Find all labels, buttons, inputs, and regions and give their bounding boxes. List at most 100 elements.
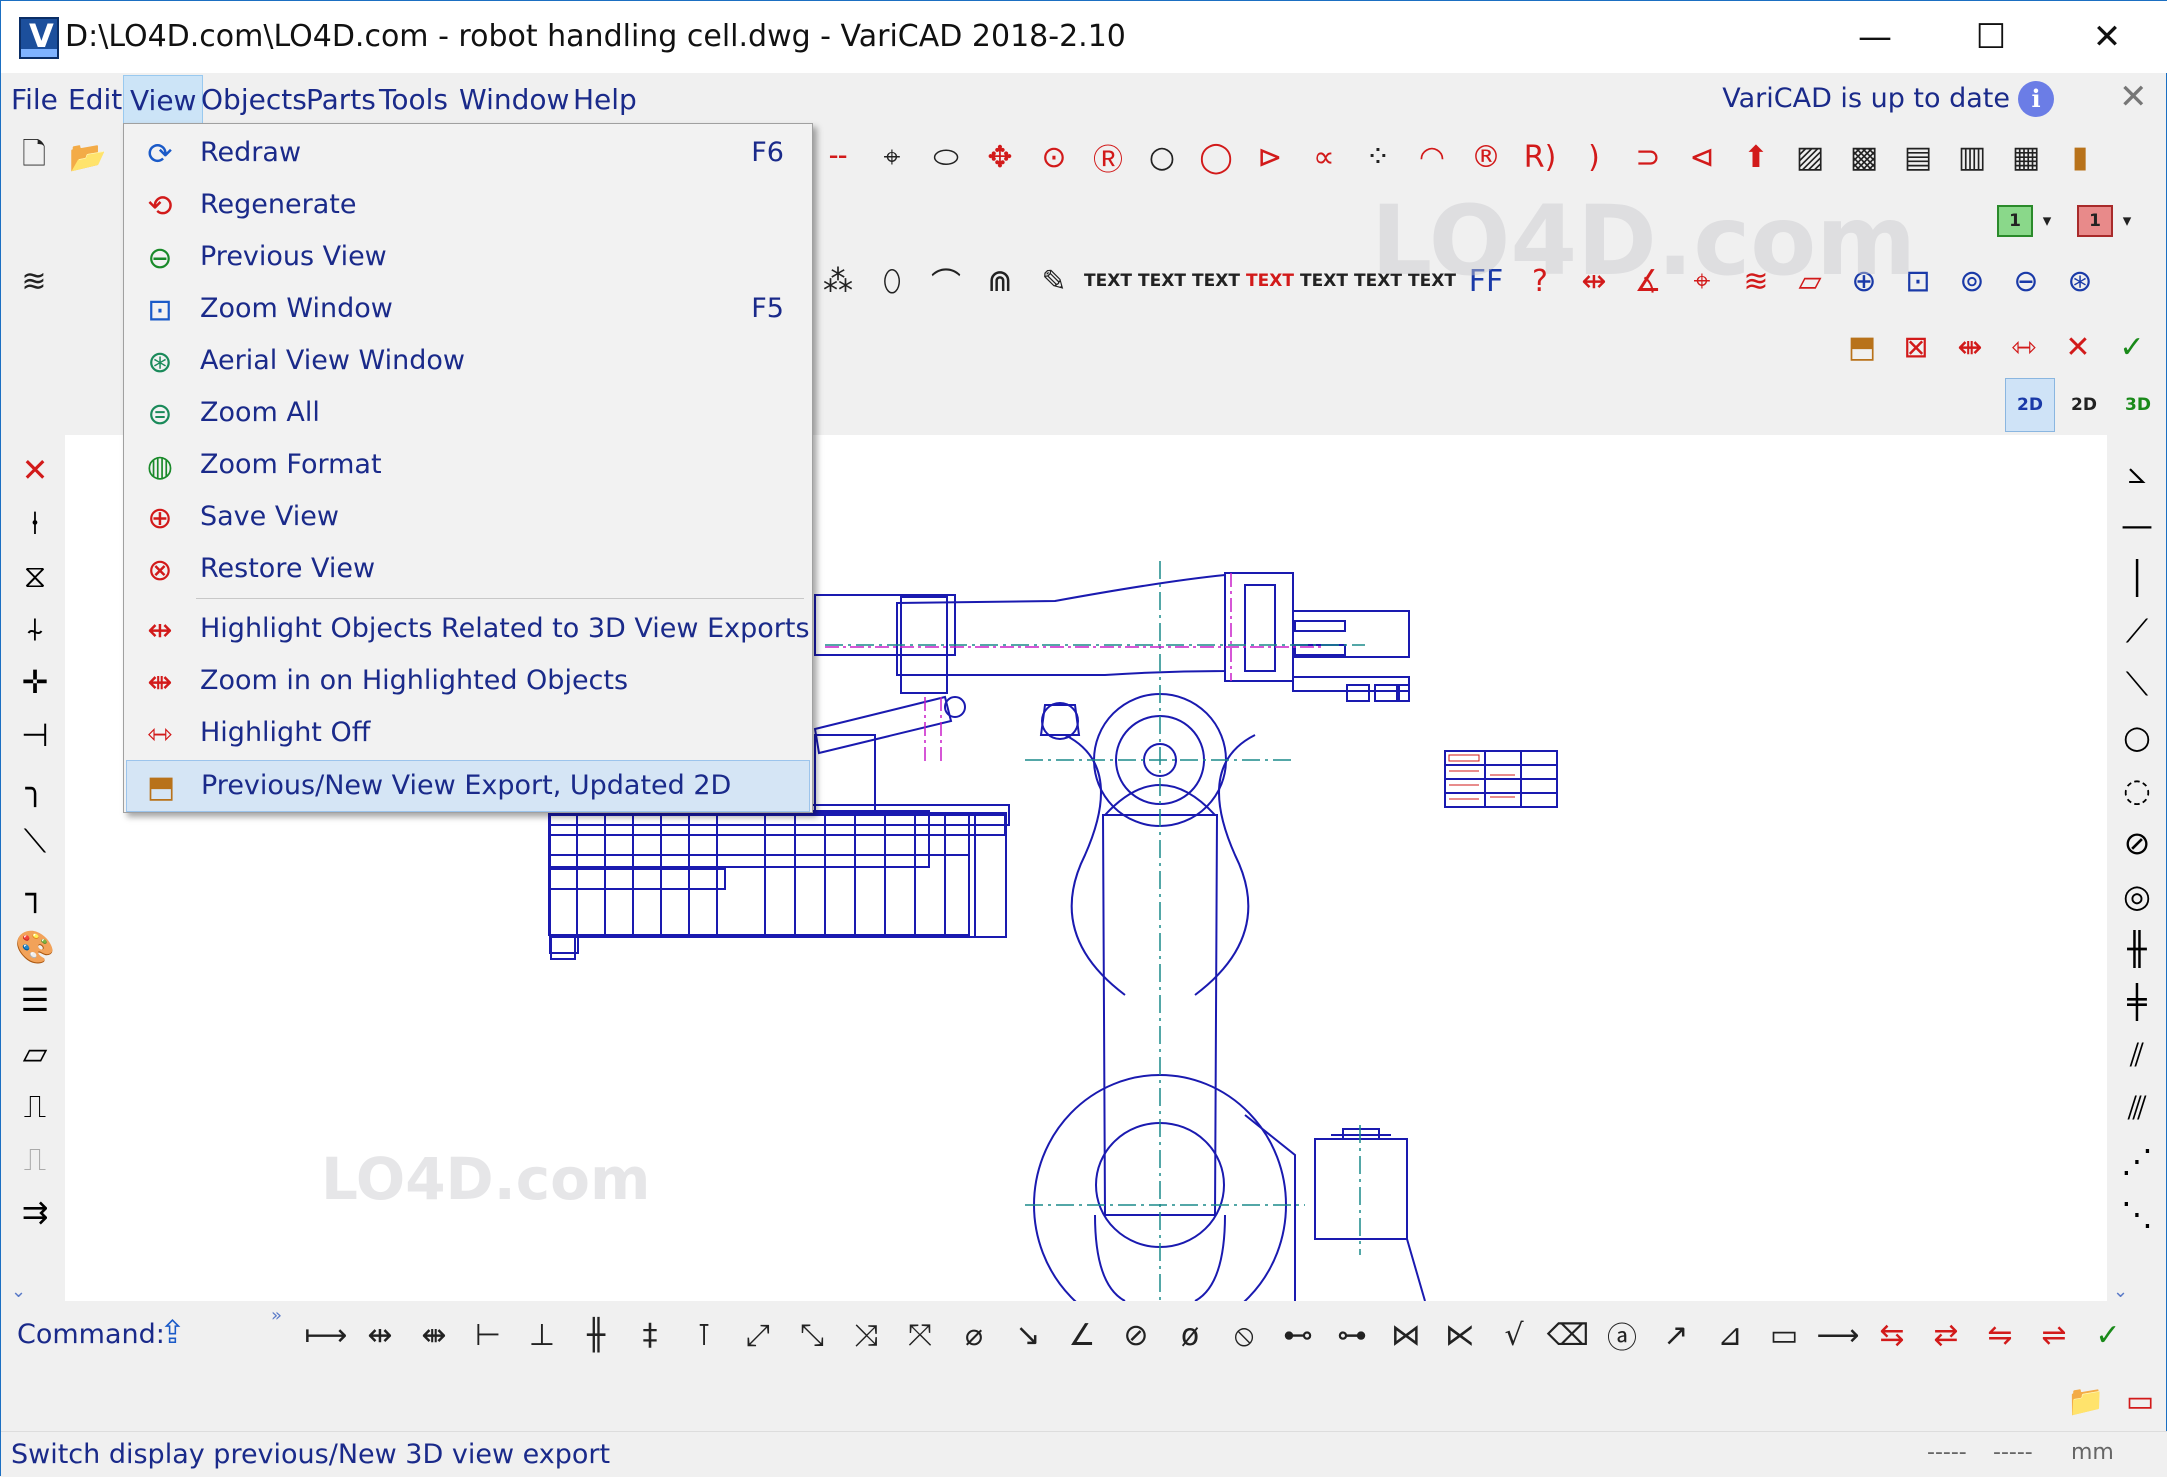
line-types-icon[interactable]: ☰ [10, 975, 60, 1025]
menu-item-zoom-format[interactable]: ◍ Zoom Format [126, 440, 810, 492]
dim-horizontal-b-icon[interactable]: ⊢ [463, 1308, 513, 1362]
dim-diameter-h-icon[interactable]: ⊘ [1111, 1308, 1161, 1362]
move-point-icon[interactable]: ✥ [975, 130, 1025, 184]
highlight-off-tool-icon[interactable]: ✕ [2053, 320, 2103, 374]
profile-light-icon[interactable]: ⎍ [10, 1134, 60, 1184]
command-more-icon[interactable]: » [271, 1305, 282, 1326]
dim-edit-b-icon[interactable]: ⇄ [1921, 1308, 1971, 1362]
menu-edit[interactable]: Edit [68, 83, 122, 116]
crosshair-icon[interactable]: ⌖ [867, 130, 917, 184]
minimize-button[interactable]: — [1817, 1, 1933, 73]
layer-b-dropdown-icon[interactable]: ▾ [2117, 194, 2137, 248]
dim-multiple-c-icon[interactable]: ⋈ [1381, 1308, 1431, 1362]
dim-aligned-icon[interactable]: ⤢ [733, 1308, 783, 1362]
offset-line-b-icon[interactable]: ⫻ [2112, 1083, 2162, 1133]
arc-three-point-icon[interactable]: ) [1569, 130, 1619, 184]
menu-item-previous-view[interactable]: ⊖ Previous View [126, 232, 810, 284]
close-panel-icon[interactable]: ✕ [2119, 77, 2148, 117]
circle-icon[interactable]: ○ [1137, 130, 1187, 184]
plane-icon[interactable]: ▱ [10, 1028, 60, 1078]
profile-icon[interactable]: ⎍ [10, 1081, 60, 1131]
maximize-button[interactable]: ☐ [1933, 1, 2049, 73]
arc-tangent-icon[interactable]: ⊃ [1623, 130, 1673, 184]
leader-icon[interactable]: ↗ [1651, 1308, 1701, 1362]
fillet-icon[interactable]: ╮ [10, 763, 60, 813]
menu-view[interactable]: View [123, 75, 204, 125]
extend-icon[interactable]: ⧖ [10, 551, 60, 601]
highlight-tool-icon[interactable]: ⇿ [1999, 320, 2049, 374]
dim-multiple-b-icon[interactable]: ⊶ [1327, 1308, 1377, 1362]
layers-icon[interactable]: ≋ [9, 254, 59, 308]
offset-line-icon[interactable]: ⫽ [2112, 1030, 2162, 1080]
export-update-icon[interactable]: ⬒ [1837, 320, 1887, 374]
circle-three-point-icon[interactable]: ◯ [1191, 130, 1241, 184]
dim-multiple-d-icon[interactable]: ⋉ [1435, 1308, 1485, 1362]
tolerance-frame-icon[interactable]: ▭ [1759, 1308, 1809, 1362]
palette-icon[interactable]: 🎨 [10, 922, 60, 972]
text-format-icon[interactable]: TEXT [1299, 254, 1349, 308]
text-edit-icon[interactable]: TEXT [1191, 254, 1241, 308]
mode-3d-button[interactable]: 3D [2113, 378, 2163, 432]
two-point-line-icon[interactable]: ⟋ [2112, 606, 2162, 656]
angle-line-icon[interactable]: ⊲ [1677, 130, 1727, 184]
transfer-icon[interactable]: ⇉ [10, 1187, 60, 1237]
dim-multiple-icon[interactable]: ⊷ [1273, 1308, 1323, 1362]
arc-radius-icon[interactable]: ® [1461, 130, 1511, 184]
menu-item-highlight-objects[interactable]: ⇹ Highlight Objects Related to 3D View E… [126, 604, 810, 656]
command-export-icon[interactable]: ⇪ [159, 1313, 199, 1353]
highlight-check-icon[interactable]: ✓ [2107, 320, 2157, 374]
hatch-delete-icon[interactable]: ▥ [1947, 130, 1997, 184]
menu-objects[interactable]: Objects [201, 83, 307, 116]
circle-two-point-tool-icon[interactable]: ◎ [2112, 871, 2162, 921]
roughness-icon[interactable]: √ [1489, 1308, 1539, 1362]
menu-item-zoom-all[interactable]: ⊜ Zoom All [126, 388, 810, 440]
ellipse-icon[interactable]: ⬯ [867, 254, 917, 308]
break-icon[interactable]: ⍭ [10, 604, 60, 654]
menu-item-redraw[interactable]: ⟳ Redraw F6 [126, 128, 810, 180]
hatch-check-icon[interactable]: ▨ [1785, 130, 1835, 184]
dashed-line-icon[interactable]: ╌ [813, 130, 863, 184]
text-lines-icon[interactable]: TEXT [1083, 254, 1133, 308]
insert-block-icon[interactable]: ⬆ [1731, 130, 1781, 184]
menu-item-restore-view[interactable]: ⊗ Restore View [126, 544, 810, 596]
menu-file[interactable]: File [11, 83, 58, 116]
join-icon[interactable]: ⊣ [10, 710, 60, 760]
vertical-line-icon[interactable]: │ [2112, 553, 2162, 603]
text-insert-icon[interactable]: TEXT [1137, 254, 1187, 308]
arc-radius-b-icon[interactable]: R) [1515, 130, 1565, 184]
dim-edit-icon[interactable]: ⇆ [1867, 1308, 1917, 1362]
menu-item-zoom-highlighted[interactable]: ⇼ Zoom in on Highlighted Objects [126, 656, 810, 708]
menu-item-view-export[interactable]: ⬒ Previous/New View Export, Updated 2D [126, 760, 810, 812]
menu-item-aerial-view[interactable]: ⊛ Aerial View Window [126, 336, 810, 388]
curve-icon[interactable]: ⌒ [921, 254, 971, 308]
label-icon[interactable]: ⓐ [1597, 1308, 1647, 1362]
dim-check-icon[interactable]: ✓ [2083, 1308, 2133, 1362]
tangent-circle-icon[interactable]: ⊳ [1245, 130, 1295, 184]
zoom-highlighted-tool-icon[interactable]: ⇼ [1945, 320, 1995, 374]
notepad-icon[interactable]: ✎ [1029, 254, 1079, 308]
dim-aligned-base-icon[interactable]: ⤨ [841, 1308, 891, 1362]
dim-diameter-v-icon[interactable]: ø [1165, 1308, 1215, 1362]
dim-vertical-chain-icon[interactable]: ╫ [571, 1308, 621, 1362]
switch-3d-icon[interactable]: ▮ [2055, 130, 2105, 184]
menu-item-highlight-off[interactable]: ⇿ Highlight Off [126, 708, 810, 760]
points-icon[interactable]: ⁘ [1353, 130, 1403, 184]
cut-icon[interactable]: ✛ [10, 657, 60, 707]
chamfer-icon[interactable]: ⟍ [10, 816, 60, 866]
info-icon[interactable]: i [2018, 81, 2054, 117]
layer-1b-selector[interactable]: 1 [2077, 205, 2113, 237]
text-delete-icon[interactable]: TEXT [1245, 254, 1295, 308]
hatch-edit-icon[interactable]: ▤ [1893, 130, 1943, 184]
dim-edit-c-icon[interactable]: ⇋ [1975, 1308, 2025, 1362]
circle-radius-icon[interactable]: Ⓡ [1083, 130, 1133, 184]
right-scroll-indicator[interactable]: ⌄ [2113, 1281, 2128, 1302]
trim-icon[interactable]: ⍿ [10, 498, 60, 548]
dim-vertical-b-icon[interactable]: ⊺ [679, 1308, 729, 1362]
dim-horizontal-base-icon[interactable]: ⇼ [409, 1308, 459, 1362]
next-view-tool-icon[interactable]: ⊛ [2055, 254, 2105, 308]
menu-item-save-view[interactable]: ⊕ Save View [126, 492, 810, 544]
circle-center-icon[interactable]: ⊙ [1029, 130, 1079, 184]
weld-icon[interactable]: ⌫ [1543, 1308, 1593, 1362]
dim-vertical-icon[interactable]: ⊥ [517, 1308, 567, 1362]
new-file-icon[interactable]: 🗋 [9, 130, 59, 184]
